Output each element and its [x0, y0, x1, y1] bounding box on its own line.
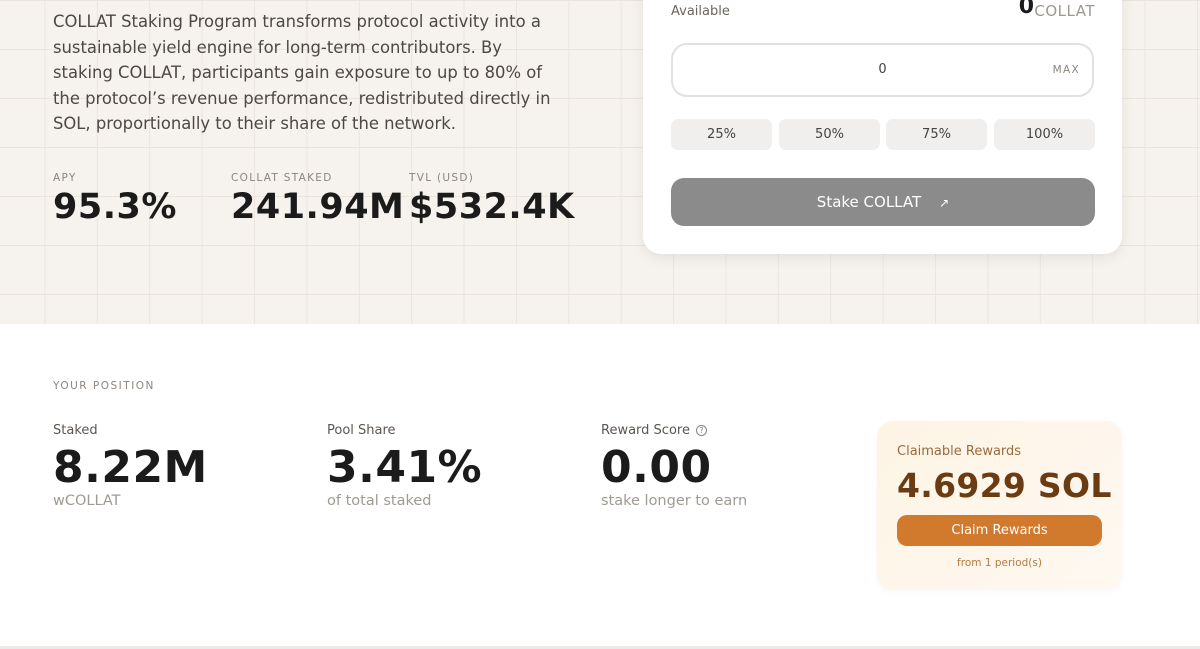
- pool-share-value: 3.41%: [327, 442, 483, 493]
- staked-unit: wCOLLAT: [53, 493, 121, 509]
- stat-apy: APY 95.3%: [53, 172, 177, 227]
- position-reward-score: Reward Score ? 0.00 stake longer to earn: [601, 423, 747, 509]
- max-button[interactable]: MAX: [1053, 64, 1080, 76]
- stat-tvl: TVL (USD) $532.4K: [409, 172, 575, 227]
- pool-share-sub: of total staked: [327, 493, 432, 509]
- stake-amount-input[interactable]: 0 MAX: [671, 43, 1094, 97]
- your-position-heading: YOUR POSITION: [53, 380, 155, 392]
- stat-apy-label: APY: [53, 172, 77, 184]
- percent-75-button[interactable]: 75%: [886, 119, 987, 150]
- program-description: COLLAT Staking Program transforms protoc…: [53, 12, 551, 133]
- reward-score-sub: stake longer to earn: [601, 493, 748, 509]
- rewards-period-note: from 1 period(s): [957, 557, 1042, 569]
- stake-button-label: Stake COLLAT: [816, 193, 922, 211]
- available-value: 0: [1018, 0, 1034, 19]
- stake-amount-value: 0: [878, 62, 887, 77]
- stat-tvl-value: $532.4K: [409, 187, 575, 227]
- claim-rewards-button[interactable]: Claim Rewards: [897, 515, 1102, 546]
- stat-collat-staked-value: 241.94M: [231, 187, 405, 227]
- stat-collat-staked-label: COLLAT STAKED: [231, 172, 333, 184]
- staked-label: Staked: [53, 423, 98, 438]
- percent-100-button[interactable]: 100%: [994, 119, 1095, 150]
- help-icon[interactable]: ?: [695, 425, 707, 436]
- arrow-up-right-icon: ↗: [939, 196, 950, 210]
- stat-tvl-label: TVL (USD): [409, 172, 475, 184]
- stat-apy-value: 95.3%: [53, 187, 177, 227]
- percent-50-button[interactable]: 50%: [779, 119, 880, 150]
- stat-collat-staked: COLLAT STAKED 241.94M: [231, 172, 404, 227]
- reward-score-label: Reward Score: [601, 423, 690, 438]
- position-pool-share: Pool Share 3.41% of total staked: [327, 423, 482, 509]
- percent-25-button[interactable]: 25%: [671, 119, 772, 150]
- staked-value: 8.22M: [53, 442, 208, 493]
- available-unit: COLLAT: [1034, 2, 1095, 20]
- pool-share-label: Pool Share: [327, 423, 396, 438]
- claimable-rewards-card: Claimable Rewards 4.6929 SOL Claim Rewar…: [877, 421, 1122, 590]
- claimable-rewards-value: 4.6929 SOL: [897, 466, 1112, 505]
- stake-collat-button[interactable]: Stake COLLAT ↗: [671, 178, 1095, 226]
- available-label: Available: [671, 4, 730, 19]
- reward-score-value: 0.00: [601, 442, 712, 493]
- claimable-rewards-label: Claimable Rewards: [897, 444, 1022, 459]
- position-staked: Staked 8.22M wCOLLAT: [53, 423, 208, 509]
